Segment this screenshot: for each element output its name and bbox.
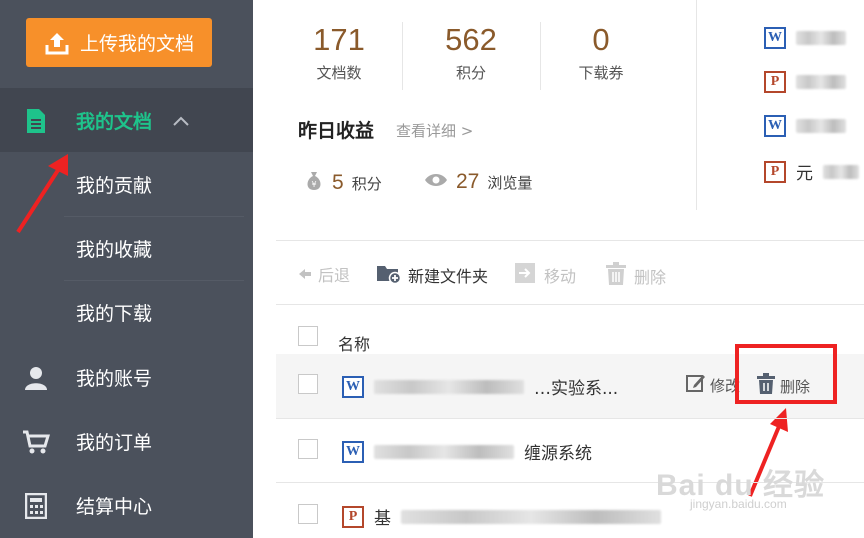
recent-doc-item[interactable]: W [764, 27, 846, 49]
blurred-title [823, 164, 859, 179]
word-doc-icon: W [764, 115, 786, 137]
delete-label: 删除 [634, 268, 667, 287]
column-header-name: 名称 [338, 335, 371, 354]
eye-icon [424, 172, 448, 192]
stat-label: 积分 [455, 64, 486, 82]
sidebar-item-my-contributions[interactable]: 我的贡献 [0, 152, 253, 216]
row-title[interactable]: W …实验系... [342, 374, 618, 399]
ppt-doc-icon: P [764, 71, 786, 93]
money-bag-icon: ¥ [304, 170, 324, 196]
ppt-doc-icon: P [764, 160, 786, 183]
user-icon [22, 364, 50, 392]
word-doc-icon: W [342, 440, 364, 463]
earnings-views: 27 浏览量 [424, 170, 532, 194]
sidebar-item-my-documents[interactable]: 我的文档 [0, 88, 253, 152]
word-doc-icon: W [764, 27, 786, 49]
recent-doc-item[interactable]: P 元 [764, 159, 859, 184]
move-label: 移动 [544, 267, 577, 286]
divider [540, 22, 541, 90]
trash-icon [604, 262, 628, 290]
document-icon [22, 107, 50, 135]
divider [276, 240, 864, 241]
recent-doc-item[interactable]: W [764, 115, 846, 137]
stat-download-coupons: 0 下载券 [562, 22, 640, 83]
sidebar-item-my-favorites[interactable]: 我的收藏 [0, 216, 253, 280]
blurred-title [374, 379, 524, 394]
sidebar-item-label: 结算中心 [76, 495, 153, 518]
stat-points: 562 积分 [432, 22, 510, 83]
move-icon [514, 262, 538, 288]
watermark-url: jingyan.baidu.com [690, 497, 787, 511]
divider [402, 22, 403, 90]
blurred-title [374, 444, 514, 459]
row-name: 基 [374, 509, 391, 529]
stat-value: 171 [313, 22, 365, 57]
move-button[interactable]: 移动 [514, 262, 576, 288]
sidebar-item-label: 我的下载 [76, 302, 153, 325]
row-delete-label: 删除 [780, 377, 811, 396]
sidebar-item-my-downloads[interactable]: 我的下载 [0, 280, 253, 344]
svg-text:¥: ¥ [311, 180, 316, 189]
stat-document-count: 171 文档数 [300, 22, 378, 83]
row-title[interactable]: P 基 [342, 504, 661, 529]
divider [276, 304, 864, 305]
stat-label: 下载券 [578, 64, 624, 82]
stat-value: 0 [592, 22, 610, 57]
chevron-up-icon[interactable] [172, 110, 190, 132]
upload-icon [45, 32, 69, 54]
blurred-title [796, 31, 846, 45]
edit-button[interactable]: 修改 [686, 373, 740, 397]
points-value: 5 [332, 171, 344, 194]
sidebar-item-label: 我的订单 [76, 431, 153, 454]
earnings-points: ¥ 5 积分 [304, 170, 382, 196]
recent-doc-item[interactable]: P [764, 71, 846, 93]
row-name: 缠源系统 [524, 444, 592, 464]
upload-button-label: 上传我的文档 [79, 33, 194, 55]
views-value: 27 [456, 170, 480, 193]
upload-document-button[interactable]: 上传我的文档 [26, 18, 212, 67]
sidebar-item-label: 我的贡献 [76, 174, 153, 197]
new-folder-button[interactable]: 新建文件夹 [376, 262, 488, 288]
blurred-title [796, 119, 846, 133]
sidebar-item-label: 我的收藏 [76, 238, 153, 261]
back-button[interactable]: 后退 [298, 262, 350, 286]
edit-icon [686, 373, 706, 397]
sidebar-item-my-account[interactable]: 我的账号 [0, 345, 253, 409]
cart-icon [22, 428, 50, 456]
row-delete-button[interactable]: 删除 [756, 373, 810, 399]
sidebar-item-settlement-center[interactable]: 结算中心 [0, 473, 253, 537]
row-title[interactable]: W 缠源系统 [342, 439, 592, 464]
back-label: 后退 [318, 266, 351, 285]
edit-label: 修改 [710, 376, 741, 395]
sidebar-item-label: 我的文档 [76, 110, 153, 133]
new-folder-label: 新建文件夹 [408, 267, 489, 286]
row-checkbox[interactable] [298, 439, 318, 459]
word-doc-icon: W [342, 375, 364, 398]
calculator-icon [22, 492, 50, 520]
blurred-title [401, 509, 661, 524]
stat-label: 文档数 [316, 64, 362, 82]
trash-icon [756, 373, 776, 399]
recent-doc-title: 元 [796, 164, 813, 184]
sidebar-item-my-orders[interactable]: 我的订单 [0, 409, 253, 473]
delete-button[interactable]: 删除 [604, 262, 666, 290]
divider [276, 418, 864, 419]
row-name: …实验系... [534, 379, 619, 399]
ppt-doc-icon: P [342, 505, 364, 528]
divider [696, 0, 697, 210]
view-details-link[interactable]: 查看详细 > [396, 120, 473, 141]
sidebar-item-label: 我的账号 [76, 367, 153, 390]
sidebar: 上传我的文档 我的文档 我的贡献 我的收藏 我的下载 我的账号 我的订单 结算中… [0, 0, 253, 538]
stat-value: 562 [445, 22, 497, 57]
new-folder-icon [376, 262, 402, 288]
yesterday-earnings-title: 昨日收益 [298, 120, 375, 142]
blurred-title [796, 75, 846, 89]
views-label: 浏览量 [487, 173, 533, 192]
arrow-left-icon [298, 265, 312, 284]
select-all-checkbox[interactable] [298, 326, 318, 346]
row-checkbox[interactable] [298, 504, 318, 524]
row-checkbox[interactable] [298, 374, 318, 394]
points-label: 积分 [351, 174, 382, 193]
